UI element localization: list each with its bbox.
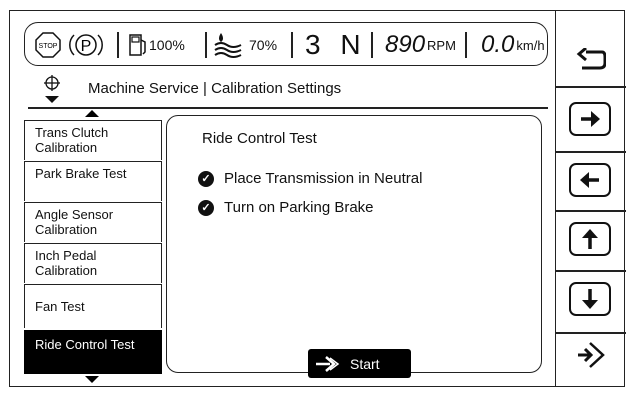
svg-text:P: P — [81, 38, 92, 55]
enter-arrow-icon — [316, 355, 340, 372]
arrow-right-icon — [581, 111, 600, 127]
arrow-left-icon — [580, 172, 599, 188]
content-panel — [166, 115, 542, 373]
header-divider — [28, 107, 548, 109]
start-button[interactable]: Start — [308, 349, 411, 378]
def-gauge: 70% — [213, 23, 277, 67]
step-item: ✓ Turn on Parking Brake — [198, 199, 374, 216]
arrow-left-button[interactable] — [569, 163, 611, 197]
fuel-level: 100% — [149, 37, 185, 53]
def-level: 70% — [249, 37, 278, 53]
engine-rpm: 890 RPM — [385, 31, 456, 58]
gear-indicator: 3 N — [305, 29, 367, 60]
breadcrumb: Machine Service | Calibration Settings — [88, 80, 342, 97]
fuel-icon — [129, 34, 146, 56]
scroll-up-icon[interactable] — [85, 110, 99, 117]
parking-brake-icon: P — [69, 23, 103, 67]
sidebar-item-angle-sensor-calibration[interactable]: Angle Sensor Calibration — [24, 202, 162, 242]
arrow-down-icon — [582, 289, 598, 309]
fuel-gauge: 100% — [127, 23, 185, 67]
def-fluid-icon — [214, 33, 242, 58]
ground-speed: 0.0 km/h — [481, 31, 545, 58]
check-icon: ✓ — [198, 199, 214, 216]
sidebar-item-trans-clutch-calibration[interactable]: Trans Clutch Calibration — [24, 120, 162, 160]
svg-text:STOP: STOP — [39, 43, 58, 50]
check-icon: ✓ — [198, 170, 214, 187]
calibration-crosshair-icon — [40, 74, 64, 104]
step-item: ✓ Place Transmission in Neutral — [198, 170, 422, 187]
arrow-up-icon — [582, 229, 598, 249]
enter-icon[interactable] — [576, 340, 608, 370]
sidebar-item-park-brake-test[interactable]: Park Brake Test — [24, 161, 162, 201]
stop-icon: STOP — [35, 23, 61, 67]
sidebar-item-ride-control-test[interactable]: Ride Control Test — [24, 330, 162, 374]
sidebar-item-fan-test[interactable]: Fan Test — [24, 284, 162, 328]
back-icon[interactable] — [576, 48, 606, 72]
scroll-down-icon[interactable] — [85, 376, 99, 383]
status-bar: STOP P 100% 70% 3 N 890 RPM 0.0 km/h — [24, 22, 548, 66]
sidebar-item-inch-pedal-calibration[interactable]: Inch Pedal Calibration — [24, 243, 162, 283]
arrow-down-button[interactable] — [569, 282, 611, 316]
navigation-column — [555, 10, 626, 387]
panel-title: Ride Control Test — [202, 130, 317, 147]
arrow-right-button[interactable] — [569, 102, 611, 136]
arrow-up-button[interactable] — [569, 222, 611, 256]
